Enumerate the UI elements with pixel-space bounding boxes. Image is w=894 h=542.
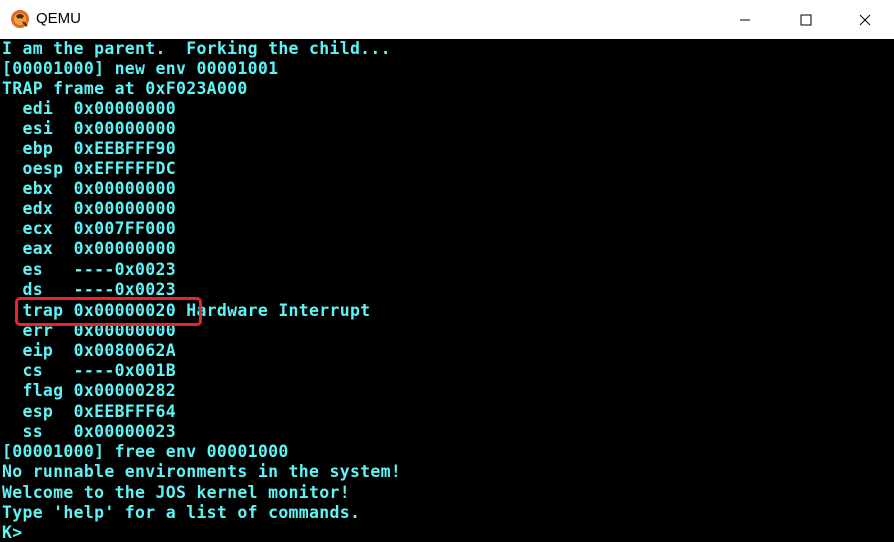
- title-bar[interactable]: QEMU: [0, 0, 894, 39]
- console-line: ecx 0x007FF000: [2, 219, 176, 238]
- console-line: es ----0x0023: [2, 260, 176, 279]
- console-line: oesp 0xEFFFFFDC: [2, 159, 176, 178]
- console-line: TRAP frame at 0xF023A000: [2, 79, 248, 98]
- console-prompt: K>: [2, 523, 23, 542]
- trap-highlight-box: [15, 297, 202, 326]
- console-line: [00001000] new env 00001001: [2, 59, 279, 78]
- close-icon: [859, 14, 871, 26]
- minimize-button[interactable]: [722, 0, 768, 39]
- console-line: esi 0x00000000: [2, 119, 176, 138]
- console-line: Type 'help' for a list of commands.: [2, 503, 361, 522]
- console-line: edi 0x00000000: [2, 99, 176, 118]
- window-title: QEMU: [36, 10, 81, 27]
- console-line: ebx 0x00000000: [2, 179, 176, 198]
- qemu-window: QEMU I am the parent. Forking the child.…: [0, 0, 894, 542]
- qemu-logo-icon: [10, 9, 30, 29]
- console-line: flag 0x00000282: [2, 381, 176, 400]
- console-line: No runnable environments in the system!: [2, 462, 402, 481]
- console-line: eax 0x00000000: [2, 239, 176, 258]
- console-line: Welcome to the JOS kernel monitor!: [2, 483, 350, 502]
- console-line: eip 0x0080062A: [2, 341, 176, 360]
- console-line: I am the parent. Forking the child...: [2, 39, 391, 58]
- console-line: cs ----0x001B: [2, 361, 176, 380]
- console-screen[interactable]: I am the parent. Forking the child... [0…: [0, 39, 894, 542]
- console-line: esp 0xEEBFFF64: [2, 402, 176, 421]
- close-button[interactable]: [842, 0, 888, 39]
- console-line: ss 0x00000023: [2, 422, 176, 441]
- maximize-icon: [800, 14, 812, 26]
- minimize-icon: [739, 14, 751, 26]
- console-line: ebp 0xEEBFFF90: [2, 139, 176, 158]
- maximize-button[interactable]: [783, 0, 829, 39]
- console-line: [00001000] free env 00001000: [2, 442, 289, 461]
- console-line: edx 0x00000000: [2, 199, 176, 218]
